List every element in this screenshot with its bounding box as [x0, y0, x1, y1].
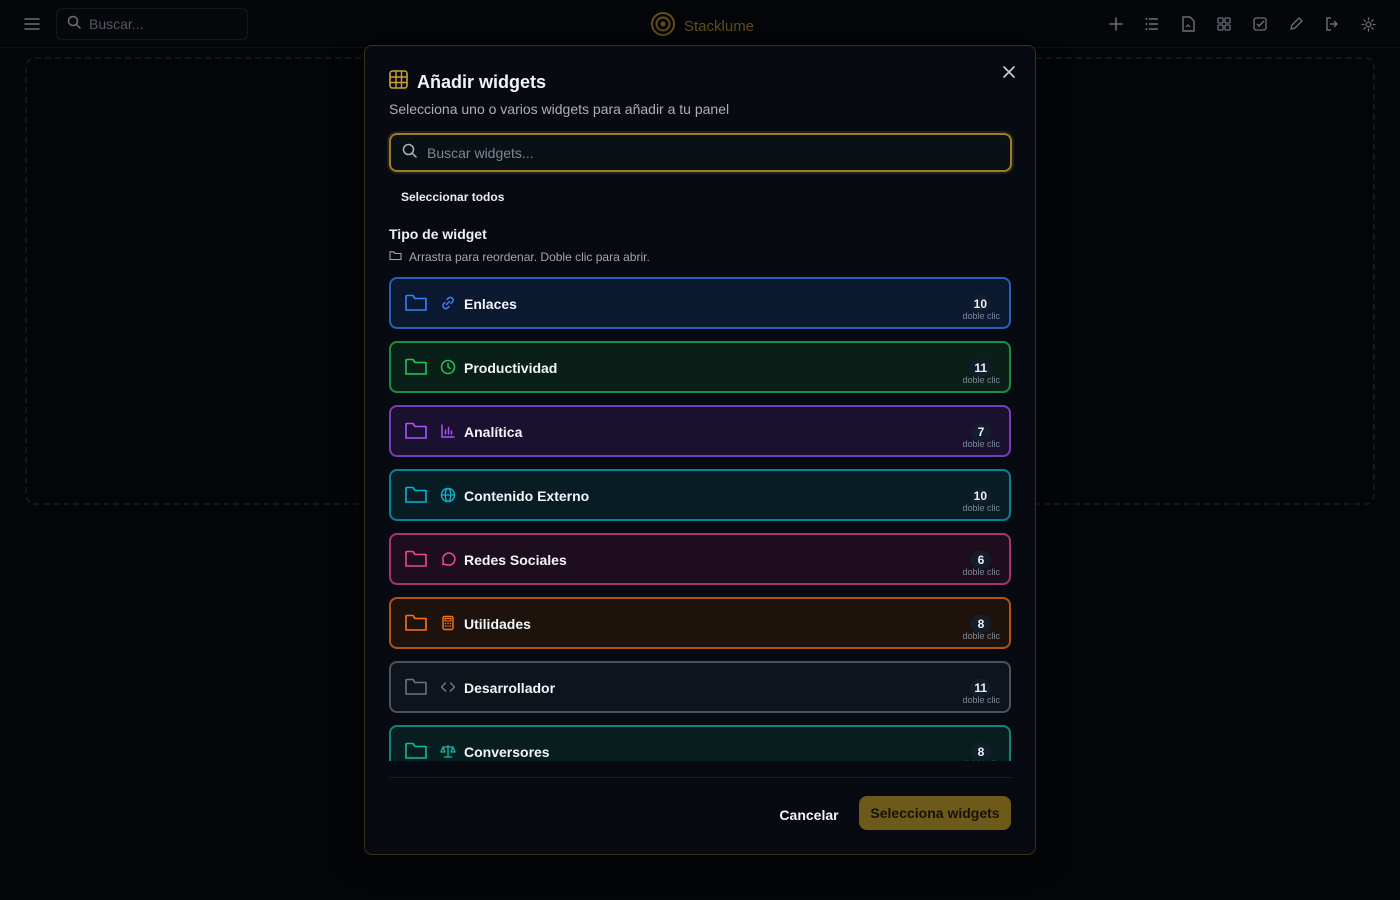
- bar-chart-icon: [440, 423, 456, 444]
- globe-icon: [440, 487, 456, 508]
- category-name: Redes Sociales: [464, 552, 567, 568]
- double-click-hint: doble clic: [962, 503, 1000, 513]
- category-item[interactable]: Analítica 7 doble clic: [389, 405, 1011, 457]
- message-circle-icon: [440, 551, 456, 572]
- close-icon[interactable]: [999, 62, 1019, 82]
- search-icon: [402, 143, 417, 163]
- folder-icon: [405, 741, 427, 761]
- category-item[interactable]: Enlaces 10 doble clic: [389, 277, 1011, 329]
- link-icon: [440, 295, 456, 316]
- category-name: Analítica: [464, 424, 523, 440]
- category-name: Enlaces: [464, 296, 517, 312]
- folder-icon: [405, 357, 427, 381]
- cancel-button[interactable]: Cancelar: [769, 798, 849, 832]
- dialog-title: Añadir widgets: [417, 71, 547, 92]
- double-click-hint: doble clic: [962, 439, 1000, 449]
- select-widgets-button[interactable]: Selecciona widgets: [859, 796, 1011, 830]
- category-item[interactable]: Desarrollador 11 doble clic: [389, 661, 1011, 713]
- category-name: Desarrollador: [464, 680, 556, 696]
- category-name: Utilidades: [464, 616, 531, 632]
- footer-divider: [389, 777, 1012, 778]
- folder-icon: [389, 250, 402, 264]
- table-grid-icon: [389, 70, 408, 94]
- folder-icon: [405, 421, 427, 445]
- widget-search-input[interactable]: [427, 144, 987, 161]
- category-name: Contenido Externo: [464, 488, 590, 504]
- double-click-hint: doble clic: [962, 695, 1000, 705]
- folder-icon: [405, 613, 427, 637]
- hint-text: Arrastra para reordenar. Doble clic para…: [409, 250, 650, 264]
- section-title: Tipo de widget: [389, 226, 487, 242]
- category-item[interactable]: Productividad 11 doble clic: [389, 341, 1011, 393]
- reorder-hint: Arrastra para reordenar. Doble clic para…: [389, 250, 650, 264]
- double-click-hint: doble clic: [962, 375, 1000, 385]
- category-item[interactable]: Contenido Externo 10 doble clic: [389, 469, 1011, 521]
- category-name: Productividad: [464, 360, 558, 376]
- dialog-subtitle: Selecciona uno o varios widgets para aña…: [389, 101, 730, 117]
- add-widgets-dialog: Añadir widgets Selecciona uno o varios w…: [364, 45, 1036, 855]
- widget-category-list[interactable]: Enlaces 10 doble clic Productividad 11 doble …: [389, 277, 1012, 761]
- double-click-hint: doble clic: [962, 631, 1000, 641]
- scale-icon: [440, 743, 456, 761]
- folder-icon: [405, 293, 427, 317]
- clock-icon: [440, 359, 456, 380]
- double-click-hint: doble clic: [962, 759, 1000, 761]
- select-all-button[interactable]: Seleccionar todos: [401, 190, 504, 204]
- calculator-icon: [440, 615, 456, 636]
- widget-search[interactable]: [389, 133, 1012, 172]
- double-click-hint: doble clic: [962, 567, 1000, 577]
- folder-icon: [405, 677, 427, 701]
- category-item[interactable]: Conversores8doble clic: [389, 725, 1011, 761]
- double-click-hint: doble clic: [962, 311, 1000, 321]
- folder-icon: [405, 549, 427, 573]
- code-icon: [440, 679, 456, 700]
- category-item[interactable]: Utilidades 8 doble clic: [389, 597, 1011, 649]
- folder-icon: [405, 485, 427, 509]
- category-item[interactable]: Redes Sociales 6 doble clic: [389, 533, 1011, 585]
- category-name: Conversores: [464, 744, 550, 760]
